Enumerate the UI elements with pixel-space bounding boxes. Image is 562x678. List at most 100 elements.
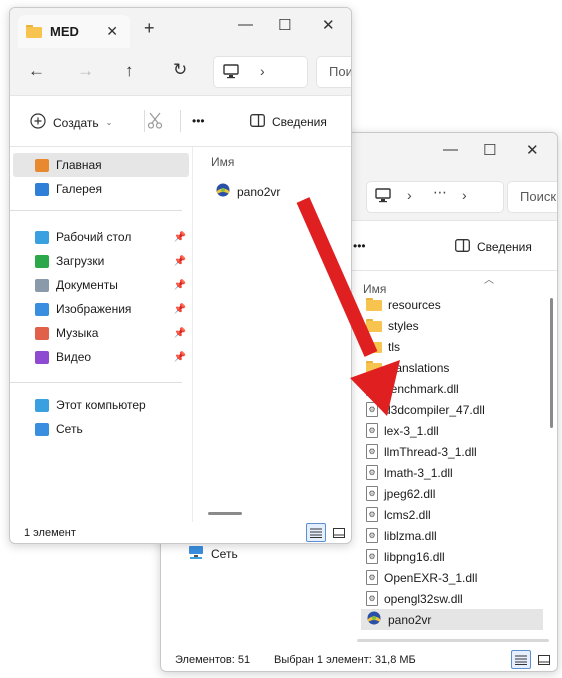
- back-button[interactable]: ←: [28, 61, 45, 81]
- more-options-button[interactable]: •••: [353, 239, 366, 253]
- file-item[interactable]: ⚙ opengl32sw.dll: [361, 588, 543, 609]
- column-header-name[interactable]: Имя: [211, 155, 234, 169]
- sidebar-item-label: Галерея: [56, 182, 103, 196]
- file-item[interactable]: ⚙ lcms2.dll: [361, 504, 543, 525]
- sidebar-item[interactable]: Этот компьютер: [13, 393, 189, 417]
- file-item[interactable]: ⚙ jpeg62.dll: [361, 483, 543, 504]
- network-icon: [188, 545, 204, 563]
- pin-icon[interactable]: 📌: [174, 328, 186, 339]
- file-name: translations: [388, 360, 450, 375]
- minimize-button[interactable]: —: [443, 141, 458, 158]
- maximize-button[interactable]: ☐: [483, 141, 496, 159]
- sidebar-item[interactable]: Загрузки 📌: [13, 249, 189, 273]
- file-item[interactable]: ⚙ lex-3_1.dll: [361, 420, 543, 441]
- sidebar-item[interactable]: Сеть: [13, 417, 189, 441]
- file-item[interactable]: tls: [361, 336, 543, 357]
- sort-caret-icon: ︿: [484, 275, 494, 286]
- close-button[interactable]: ✕: [526, 141, 539, 159]
- tab-title: MED: [50, 24, 79, 39]
- file-item[interactable]: ⚙ OpenEXR-3_1.dll: [361, 567, 543, 588]
- up-button[interactable]: ↑: [125, 61, 134, 81]
- pin-icon[interactable]: 📌: [174, 304, 186, 315]
- file-item[interactable]: ⚙ liblzma.dll: [361, 525, 543, 546]
- pin-icon[interactable]: 📌: [174, 352, 186, 363]
- refresh-button[interactable]: ↻: [173, 60, 187, 80]
- vertical-scrollbar[interactable]: [550, 298, 553, 428]
- sidebar-item-network[interactable]: Сеть: [164, 542, 340, 566]
- sidebar-divider: [10, 382, 182, 383]
- details-button[interactable]: Сведения: [250, 114, 327, 130]
- sidebar-item[interactable]: Видео 📌: [13, 345, 189, 369]
- file-item[interactable]: ⚙ libpng16.dll: [361, 546, 543, 567]
- tiles-view-button[interactable]: [534, 650, 554, 669]
- scissors-icon: [147, 112, 163, 132]
- create-button[interactable]: Создать ⌄: [30, 113, 112, 132]
- folder-icon: [366, 361, 382, 374]
- sidebar-item[interactable]: Изображения 📌: [13, 297, 189, 321]
- pin-icon[interactable]: 📌: [174, 280, 186, 291]
- status-selection: Выбран 1 элемент: 31,8 МБ: [274, 654, 416, 666]
- status-item-count: 1 элемент: [24, 527, 76, 539]
- maximize-button[interactable]: ☐: [278, 16, 291, 34]
- chevron-right-icon[interactable]: ›: [407, 187, 412, 203]
- more-path-button[interactable]: ⋯: [433, 184, 447, 201]
- pano2vr-app-icon: [215, 182, 231, 201]
- file-item[interactable]: ⚙ lmath-3_1.dll: [361, 462, 543, 483]
- dll-file-icon: ⚙: [366, 444, 378, 459]
- close-button[interactable]: ✕: [322, 16, 335, 34]
- dll-file-icon: ⚙: [366, 528, 378, 543]
- toolbar-divider: [180, 110, 181, 132]
- chevron-right-icon[interactable]: ›: [260, 63, 265, 79]
- file-name: d3dcompiler_47.dll: [384, 402, 485, 417]
- explorer-window-front: MED ✕ + — ☐ ✕ ← → ↑ ↻ › Поиск Создать ⌄: [9, 7, 352, 544]
- file-item[interactable]: pano2vr: [361, 609, 543, 630]
- dll-file-icon: ⚙: [366, 486, 378, 501]
- search-input[interactable]: Поиск: [316, 56, 351, 88]
- close-tab-button[interactable]: ✕: [106, 23, 118, 40]
- file-item[interactable]: ⚙ llmThread-3_1.dll: [361, 441, 543, 462]
- forward-button[interactable]: →: [77, 61, 94, 81]
- file-name: pano2vr: [237, 184, 281, 199]
- file-item-pano2vr[interactable]: pano2vr: [210, 181, 340, 202]
- sidebar-item[interactable]: Главная: [13, 153, 189, 177]
- cut-button[interactable]: [147, 112, 163, 132]
- folder-icon: [366, 340, 382, 353]
- details-view-button[interactable]: [511, 650, 531, 669]
- sidebar-item[interactable]: Галерея: [13, 177, 189, 201]
- pin-icon[interactable]: 📌: [174, 232, 186, 243]
- file-item[interactable]: translations: [361, 357, 543, 378]
- horizontal-scrollbar[interactable]: [357, 639, 549, 642]
- new-tab-button[interactable]: +: [144, 18, 155, 39]
- file-item[interactable]: resources: [361, 294, 543, 315]
- desktop-icon: [35, 230, 49, 244]
- file-item[interactable]: ⚙ d3dcompiler_47.dll: [361, 399, 543, 420]
- dll-file-icon: ⚙: [366, 591, 378, 606]
- search-input[interactable]: Поиск: [507, 181, 557, 213]
- sidebar-item[interactable]: Документы 📌: [13, 273, 189, 297]
- sidebar-item[interactable]: Рабочий стол 📌: [13, 225, 189, 249]
- details-view-button[interactable]: [306, 523, 326, 542]
- navigation-bar: ← → ↑ ↻ › Поиск: [10, 48, 351, 96]
- tiles-view-button[interactable]: [329, 523, 349, 542]
- file-name: lex-3_1.dll: [384, 423, 439, 438]
- minimize-button[interactable]: —: [238, 16, 253, 33]
- address-bar[interactable]: › ⋯ ›: [366, 181, 504, 213]
- pane-splitter[interactable]: [192, 147, 193, 522]
- chevron-right-icon[interactable]: ›: [462, 187, 467, 203]
- details-button[interactable]: Сведения: [455, 239, 532, 255]
- address-bar[interactable]: ›: [213, 56, 308, 88]
- file-name: benchmark.dll: [384, 381, 459, 396]
- title-bar: MED ✕ + — ☐ ✕: [10, 8, 351, 48]
- sidebar-item-label: Загрузки: [56, 254, 105, 268]
- more-options-button[interactable]: •••: [192, 114, 205, 128]
- pin-icon[interactable]: 📌: [174, 256, 186, 267]
- command-bar: Создать ⌄ ••• Сведения: [10, 96, 351, 147]
- tab-med[interactable]: MED ✕: [18, 15, 130, 48]
- file-item[interactable]: styles: [361, 315, 543, 336]
- horizontal-scrollbar[interactable]: [208, 512, 242, 515]
- file-name: liblzma.dll: [384, 528, 437, 543]
- sidebar-item-label: Изображения: [56, 302, 132, 316]
- sidebar-item-label: Видео: [56, 350, 92, 364]
- sidebar-item[interactable]: Музыка 📌: [13, 321, 189, 345]
- file-item[interactable]: ⚙ benchmark.dll: [361, 378, 543, 399]
